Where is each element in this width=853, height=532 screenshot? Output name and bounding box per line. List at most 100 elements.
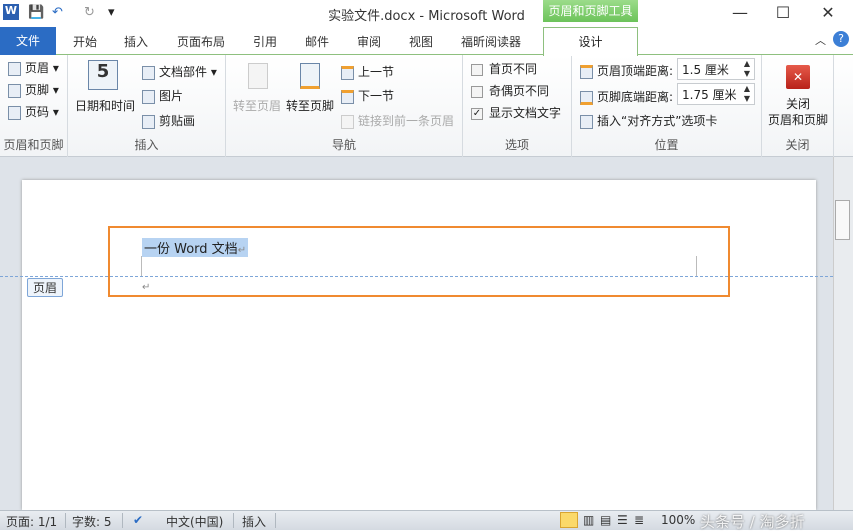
margin-marker bbox=[696, 256, 697, 276]
date-time-button[interactable]: 日期和时间 bbox=[75, 97, 135, 114]
title-bar: 实验文件.docx - Microsoft Word W 💾 ↶ ↻ ▾ 页眉和… bbox=[0, 0, 853, 27]
header-text[interactable]: 一份 Word 文档↵ bbox=[142, 238, 249, 257]
tab-review[interactable]: 审阅 bbox=[357, 33, 381, 50]
close-header-footer-button[interactable]: 关闭 页眉和页脚 bbox=[762, 96, 834, 128]
group-options: 首页不同 奇偶页不同 ✓ 显示文档文字 选项 bbox=[463, 55, 572, 157]
insert-mode[interactable]: 插入 bbox=[242, 513, 266, 530]
group-label: 导航 bbox=[331, 138, 356, 152]
tab-mailings[interactable]: 邮件 bbox=[305, 33, 329, 50]
next-section-button[interactable]: 下一节 bbox=[341, 87, 394, 104]
tab-foxit-reader[interactable]: 福昕阅读器 bbox=[461, 33, 521, 50]
divider bbox=[233, 513, 234, 528]
draft-view-icon[interactable]: ≣ bbox=[634, 513, 644, 527]
customize-toolbar-icon[interactable]: ▾ bbox=[108, 5, 115, 20]
paragraph-mark: ↵ bbox=[142, 282, 151, 293]
group-label: 选项 bbox=[504, 138, 529, 152]
collapse-ribbon-icon[interactable]: ︿ bbox=[815, 32, 826, 48]
divider bbox=[275, 513, 276, 528]
checkbox-icon bbox=[471, 85, 483, 98]
clip-art-icon bbox=[142, 114, 155, 129]
divider bbox=[122, 513, 123, 528]
different-first-page-checkbox[interactable]: 首页不同 bbox=[471, 60, 537, 77]
show-document-text-checkbox[interactable]: ✓ 显示文档文字 bbox=[471, 104, 561, 121]
minimize-button[interactable]: — bbox=[720, 3, 760, 22]
group-label: 位置 bbox=[654, 138, 679, 152]
date-time-icon: 5 bbox=[88, 60, 118, 90]
close-button[interactable]: ✕ bbox=[808, 3, 848, 22]
header-distance-icon bbox=[580, 64, 593, 79]
link-to-previous-button[interactable]: 链接到前一条页眉 bbox=[341, 112, 454, 129]
proofing-icon[interactable]: ✔ bbox=[133, 513, 143, 527]
close-header-footer-icon: ✕ bbox=[786, 65, 810, 89]
group-close: ✕ 关闭 页眉和页脚 关闭 bbox=[762, 55, 834, 157]
spinner-arrows-icon[interactable]: ▲ ▼ bbox=[744, 84, 750, 104]
divider bbox=[65, 513, 66, 528]
group-navigation: 转至页眉 转至页脚 上一节 下一节 链接到前一条页眉 导航 bbox=[226, 55, 463, 157]
checkmark-icon: ✓ bbox=[471, 107, 483, 120]
word-app-icon[interactable]: W bbox=[3, 4, 19, 20]
header-distance-input[interactable]: 1.5 厘米 ▲ ▼ bbox=[677, 58, 755, 80]
help-icon[interactable]: ? bbox=[833, 31, 849, 47]
scrollbar-thumb[interactable] bbox=[835, 200, 850, 240]
alignment-tab-icon bbox=[580, 114, 593, 129]
goto-header-icon bbox=[248, 63, 268, 89]
tab-home[interactable]: 开始 bbox=[73, 33, 97, 50]
goto-footer-icon bbox=[300, 63, 320, 89]
quick-parts-button[interactable]: 文档部件 ▾ bbox=[142, 63, 217, 80]
footer-distance-label: 页脚底端距离: bbox=[580, 88, 673, 105]
page-number-button[interactable]: 页码 ▾ bbox=[8, 103, 59, 120]
link-icon bbox=[341, 114, 354, 129]
header-distance-label: 页眉顶端距离: bbox=[580, 62, 673, 79]
checkbox-icon bbox=[471, 63, 483, 76]
page-count[interactable]: 页面: 1/1 bbox=[6, 513, 57, 530]
group-label: 页眉和页脚 bbox=[3, 138, 64, 152]
footer-icon bbox=[8, 83, 21, 98]
header-tag: 页眉 bbox=[27, 278, 64, 297]
group-label: 关闭 bbox=[785, 138, 810, 152]
tab-page-layout[interactable]: 页面布局 bbox=[177, 33, 225, 50]
header-button[interactable]: 页眉 ▾ bbox=[8, 59, 59, 76]
tab-references[interactable]: 引用 bbox=[253, 33, 277, 50]
language[interactable]: 中文(中国) bbox=[166, 513, 223, 530]
print-layout-view-icon[interactable] bbox=[560, 512, 578, 528]
quick-parts-icon bbox=[142, 65, 155, 80]
outline-view-icon[interactable]: ☰ bbox=[617, 513, 628, 527]
group-position: 页眉顶端距离: 1.5 厘米 ▲ ▼ 页脚底端距离: 1.75 厘米 ▲ ▼ 插入“对齐… bbox=[572, 55, 762, 157]
context-tab-header: 页眉和页脚工具 bbox=[543, 0, 638, 22]
watermark: 头条号 / 淘多折 bbox=[700, 513, 805, 531]
word-count[interactable]: 字数: 5 bbox=[72, 513, 112, 530]
footer-button[interactable]: 页脚 ▾ bbox=[8, 81, 59, 98]
redo-icon[interactable]: ↻ bbox=[84, 5, 95, 20]
undo-icon[interactable]: ↶ bbox=[52, 5, 63, 20]
next-section-icon bbox=[341, 89, 354, 104]
save-icon[interactable]: 💾 bbox=[28, 5, 44, 20]
previous-section-button[interactable]: 上一节 bbox=[341, 63, 394, 80]
tab-file[interactable]: 文件 bbox=[0, 27, 56, 55]
status-bar: 页面: 1/1 字数: 5 ✔ 中文(中国) 插入 ▥ ▤ ☰ ≣ 100% 头… bbox=[0, 510, 853, 531]
different-odd-even-checkbox[interactable]: 奇偶页不同 bbox=[471, 82, 549, 99]
clip-art-button[interactable]: 剪贴画 bbox=[142, 112, 195, 129]
goto-header-button[interactable]: 转至页眉 bbox=[233, 97, 281, 114]
tab-insert[interactable]: 插入 bbox=[124, 33, 148, 50]
group-label: 插入 bbox=[134, 138, 159, 152]
footer-distance-input[interactable]: 1.75 厘米 ▲ ▼ bbox=[677, 83, 755, 105]
zoom-level[interactable]: 100% bbox=[661, 513, 695, 527]
tab-design[interactable]: 设计 bbox=[543, 27, 638, 56]
group-insert: 5 日期和时间 文档部件 ▾ 图片 剪贴画 插入 bbox=[68, 55, 226, 157]
previous-section-icon bbox=[341, 65, 354, 80]
margin-marker bbox=[141, 256, 142, 276]
page-number-icon bbox=[8, 105, 21, 120]
insert-alignment-tab-button[interactable]: 插入“对齐方式”选项卡 bbox=[580, 112, 717, 129]
group-header-footer: 页眉 ▾ 页脚 ▾ 页码 ▾ 页眉和页脚 bbox=[0, 55, 68, 157]
maximize-button[interactable]: ☐ bbox=[763, 3, 803, 22]
goto-footer-button[interactable]: 转至页脚 bbox=[286, 97, 334, 114]
header-icon bbox=[8, 61, 21, 76]
highlight-box bbox=[108, 226, 730, 297]
footer-distance-icon bbox=[580, 90, 593, 105]
web-layout-icon[interactable]: ▤ bbox=[600, 513, 611, 527]
tab-view[interactable]: 视图 bbox=[409, 33, 433, 50]
ribbon-tabs: 开始 插入 页面布局 引用 邮件 审阅 视图 福昕阅读器 ︿ ? bbox=[0, 27, 853, 55]
full-screen-reading-icon[interactable]: ▥ bbox=[583, 513, 594, 527]
spinner-arrows-icon[interactable]: ▲ ▼ bbox=[744, 59, 750, 79]
picture-button[interactable]: 图片 bbox=[142, 87, 183, 104]
